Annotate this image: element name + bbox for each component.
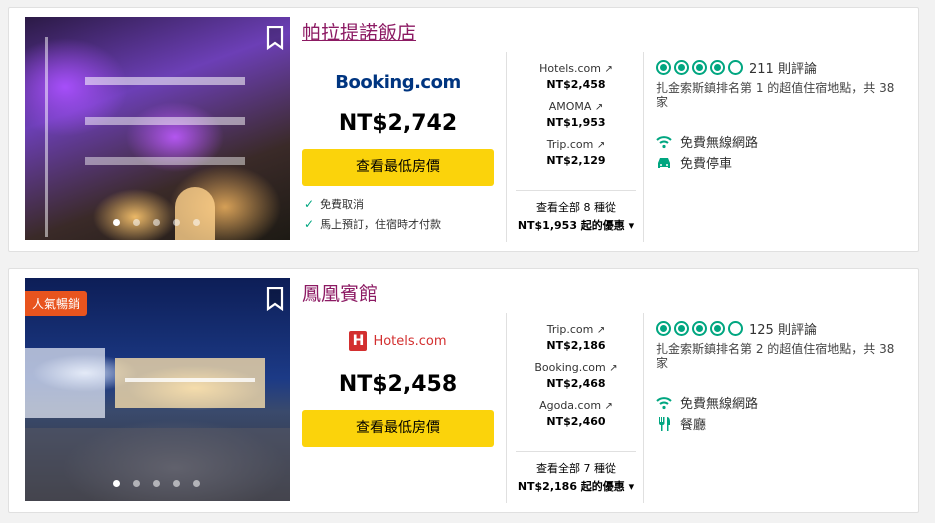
featured-price: NT$2,458 (338, 372, 458, 397)
caret-down-icon: ▾ (628, 480, 635, 493)
offer-provider: Trip.com (546, 138, 594, 151)
offer-price: NT$2,129 (546, 154, 606, 167)
amenity-label: 免費無線網路 (680, 397, 759, 412)
hotels-com-logo: H Hotels.com (302, 331, 494, 351)
photo-carousel-dots[interactable] (113, 219, 200, 226)
offer-provider: Agoda.com (539, 399, 602, 412)
view-all-deals-link[interactable]: 查看全部 7 種從 NT$2,186 起的優惠 ▾ (516, 451, 636, 494)
best-seller-badge: 人氣暢銷 (25, 291, 88, 316)
carousel-dot[interactable] (133, 480, 140, 487)
amenity-label: 免費停車 (680, 157, 733, 172)
amenity-label: 餐廳 (680, 418, 707, 433)
amenity-item: 餐廳 (656, 414, 706, 433)
rating-bubble-icon (710, 60, 725, 75)
offer-provider: AMOMA (548, 100, 592, 113)
offer-item[interactable]: Agoda.com ↗ NT$2,460 (516, 399, 636, 428)
carousel-dot[interactable] (193, 480, 200, 487)
external-link-icon: ↗ (609, 363, 618, 374)
hotel-name-link[interactable]: 鳳凰賓館 (302, 279, 378, 306)
wifi-icon (656, 395, 672, 411)
wifi-icon (656, 134, 672, 150)
rating-bubbles[interactable]: 211 則評論 (656, 58, 817, 77)
caret-down-icon: ▾ (628, 219, 635, 232)
hotel-name-link[interactable]: 帕拉提諾飯店 (302, 18, 416, 45)
offer-provider: Hotels.com (539, 62, 601, 75)
offer-price: NT$2,460 (546, 415, 606, 428)
hotel-card[interactable]: 人氣暢銷 鳳凰賓館 H Hotels.com NT$2,458 查看最低房價 T… (8, 268, 919, 513)
rating-bubbles[interactable]: 125 則評論 (656, 319, 817, 338)
carousel-dot[interactable] (113, 219, 120, 226)
photo-carousel-dots[interactable] (113, 480, 200, 487)
offer-list: Trip.com ↗ NT$2,186 Booking.com ↗ NT$2,4… (516, 323, 636, 437)
carousel-dot[interactable] (173, 480, 180, 487)
offer-provider: Booking.com (534, 361, 606, 374)
hotel-photo[interactable]: 人氣暢銷 (25, 278, 290, 501)
external-link-icon: ↗ (596, 140, 606, 151)
check-icon: ✓ (304, 197, 315, 211)
rating-bubble-icon (692, 60, 707, 75)
hotel-card[interactable]: 帕拉提諾飯店 Booking.com NT$2,742 查看最低房價 ✓ 免費取… (8, 7, 919, 252)
offer-item[interactable]: AMOMA ↗ NT$1,953 (516, 100, 636, 129)
carousel-dot[interactable] (153, 219, 160, 226)
carousel-dot[interactable] (153, 480, 160, 487)
amenity-item: 免費無線網路 (656, 132, 758, 151)
offer-price: NT$2,186 (546, 339, 606, 352)
rating-bubble-icon (728, 60, 743, 75)
carousel-dot[interactable] (173, 219, 180, 226)
carousel-dot[interactable] (113, 480, 120, 487)
offer-item[interactable]: Hotels.com ↗ NT$2,458 (516, 62, 636, 91)
carousel-dot[interactable] (193, 219, 200, 226)
all-deals-line2: NT$1,953 起的優惠 (517, 219, 625, 232)
perk-pay-later: ✓ 馬上預訂，住宿時才付款 (304, 216, 441, 232)
amenity-item: 免費無線網路 (656, 393, 758, 412)
offer-item[interactable]: Booking.com ↗ NT$2,468 (516, 361, 636, 390)
perk-label: 免費取消 (320, 198, 365, 211)
external-link-icon: ↗ (604, 64, 613, 75)
rating-bubble-icon (674, 321, 689, 336)
view-deal-button[interactable]: 查看最低房價 (302, 149, 494, 186)
offer-price: NT$2,468 (546, 377, 606, 390)
all-deals-line1: 查看全部 8 種從 (536, 201, 616, 214)
view-deal-button[interactable]: 查看最低房價 (302, 410, 494, 447)
perk-free-cancel: ✓ 免費取消 (304, 196, 364, 212)
external-link-icon: ↗ (596, 325, 606, 336)
rating-bubble-icon (710, 321, 725, 336)
provider-name: Booking.com (335, 72, 461, 93)
offer-item[interactable]: Trip.com ↗ NT$2,186 (516, 323, 636, 352)
hotel-photo[interactable] (25, 17, 290, 240)
booking-logo: Booking.com (302, 72, 494, 93)
offer-list: Hotels.com ↗ NT$2,458 AMOMA ↗ NT$1,953 T… (516, 62, 636, 176)
amenity-label: 免費無線網路 (680, 136, 759, 151)
amenity-item: 免費停車 (656, 153, 732, 172)
view-all-deals-link[interactable]: 查看全部 8 種從 NT$1,953 起的優惠 ▾ (516, 190, 636, 233)
rating-bubble-icon (656, 60, 671, 75)
offer-price: NT$2,458 (546, 78, 606, 91)
check-icon: ✓ (304, 217, 315, 231)
provider-name: Hotels.com (373, 333, 447, 349)
all-deals-line2: NT$2,186 起的優惠 (517, 480, 625, 493)
bookmark-icon[interactable] (266, 286, 284, 312)
rating-bubble-icon (656, 321, 671, 336)
ranking-text: 扎金索斯鎮排名第 2 的超值住宿地點，共 38 家 (656, 342, 895, 370)
offer-provider: Trip.com (546, 323, 594, 336)
rating-bubble-icon (692, 321, 707, 336)
car-icon (656, 155, 672, 171)
review-count-link[interactable]: 125 則評論 (749, 319, 817, 338)
perk-label: 馬上預訂，住宿時才付款 (320, 218, 442, 231)
carousel-dot[interactable] (133, 219, 140, 226)
external-link-icon: ↗ (604, 401, 613, 412)
featured-price: NT$2,742 (338, 111, 458, 136)
all-deals-line1: 查看全部 7 種從 (536, 462, 616, 475)
rating-bubble-icon (674, 60, 689, 75)
review-count-link[interactable]: 211 則評論 (749, 58, 817, 77)
rating-bubble-icon (728, 321, 743, 336)
hotels-h-icon: H (349, 331, 368, 351)
external-link-icon: ↗ (594, 102, 604, 113)
ranking-text: 扎金索斯鎮排名第 1 的超值住宿地點，共 38 家 (656, 81, 895, 109)
offer-item[interactable]: Trip.com ↗ NT$2,129 (516, 138, 636, 167)
restaurant-icon (656, 416, 672, 432)
bookmark-icon[interactable] (266, 25, 284, 51)
offer-price: NT$1,953 (546, 116, 606, 129)
